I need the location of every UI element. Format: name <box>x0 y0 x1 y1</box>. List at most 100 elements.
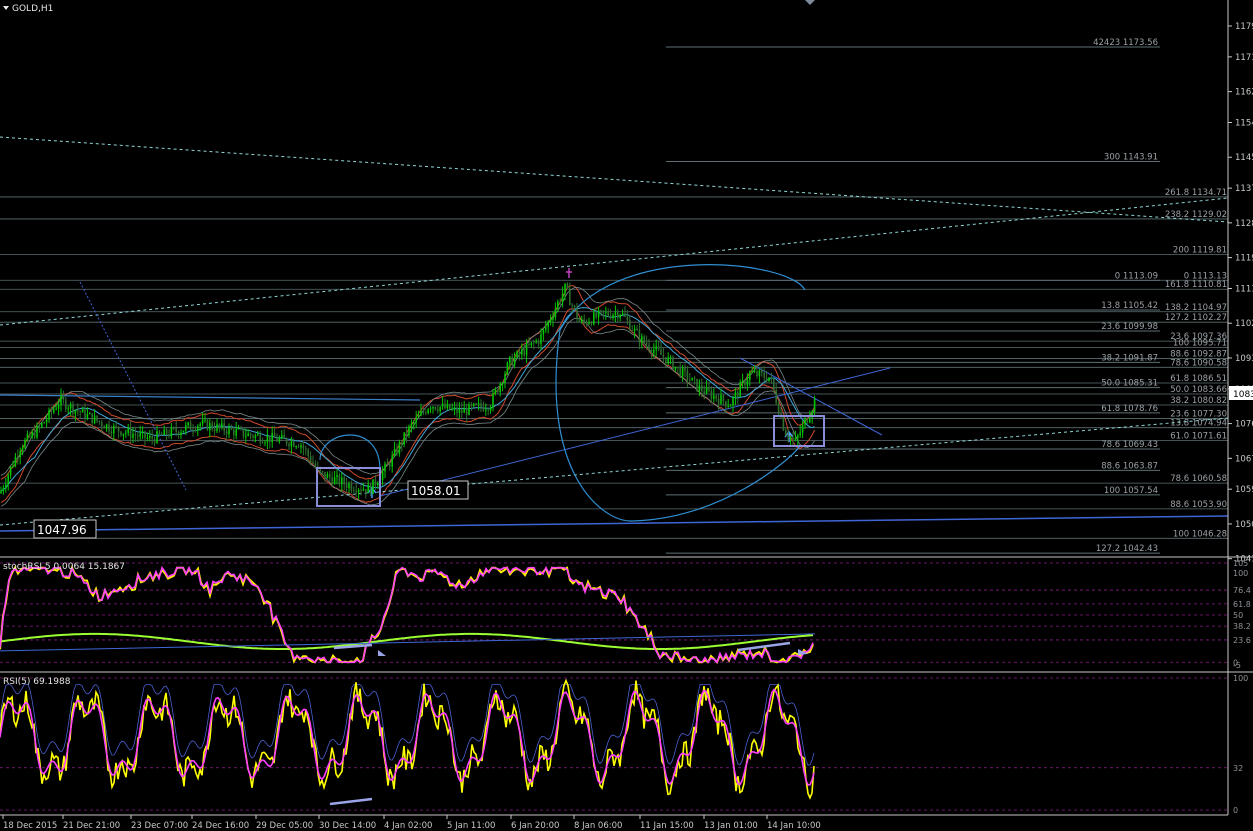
candle-body <box>151 436 153 439</box>
candle-body <box>377 483 379 486</box>
time-tick-label: 18 Dec 2015 <box>3 821 57 831</box>
trading-chart[interactable]: 42423 1173.56 300 1143.91 0 1113.09 13.8 11… <box>0 0 1253 831</box>
candle-body <box>67 408 69 410</box>
candle-body <box>801 424 804 433</box>
candle-body <box>65 399 67 410</box>
candle-body <box>153 438 156 443</box>
candle-body <box>672 356 674 370</box>
candle-body <box>434 406 437 410</box>
candle-body <box>38 425 41 427</box>
candle-body <box>187 422 189 426</box>
candle-body <box>797 435 799 439</box>
stoch-tick-label: 23.6 <box>1233 636 1251 645</box>
candle-body <box>698 385 701 391</box>
candle-body <box>146 437 149 439</box>
fib-label-left: 127.2 1042.43 <box>1096 544 1158 554</box>
candle-body <box>290 441 293 447</box>
candle-body <box>792 437 794 440</box>
candle-body <box>235 429 237 436</box>
candle-body <box>273 432 276 439</box>
candle-body <box>537 340 540 344</box>
fib-label-left: 50.0 1085.31 <box>1101 379 1158 389</box>
candle-body <box>756 371 758 377</box>
candle-body <box>348 483 350 488</box>
candle-body <box>110 431 113 434</box>
candle-body <box>345 484 348 488</box>
candle-body <box>79 411 81 413</box>
candle-body <box>461 408 463 413</box>
candle-body <box>84 408 86 419</box>
fib-label-left: 100 1057.54 <box>1104 486 1158 496</box>
candle-body <box>607 312 609 316</box>
candle-body <box>170 427 173 437</box>
candle-body <box>309 455 312 463</box>
candle-body <box>422 411 425 413</box>
time-tick-label: 5 Jan 11:00 <box>447 821 495 831</box>
fib-label-right: 61.8 1086.51 <box>1170 374 1227 384</box>
candle-body <box>295 446 297 448</box>
candle-body <box>185 425 187 431</box>
candle-body <box>643 336 645 343</box>
fib-label-left: 42423 1173.56 <box>1093 38 1158 48</box>
candle-body <box>542 329 545 335</box>
candle-body <box>357 489 360 493</box>
candle-body <box>557 301 559 309</box>
candle-body <box>552 317 554 320</box>
candle-body <box>569 288 571 306</box>
candle-body <box>732 397 734 406</box>
candle-body <box>629 320 631 331</box>
candle-body <box>509 356 511 364</box>
candle-body <box>403 432 405 445</box>
candle-body <box>653 349 655 354</box>
candle-body <box>7 475 9 485</box>
candle-body <box>245 435 247 437</box>
candle-body <box>518 351 521 355</box>
candle-body <box>278 438 281 442</box>
candle-body <box>746 380 749 386</box>
time-tick-label: 29 Dec 05:00 <box>256 821 313 831</box>
candle-body <box>641 336 643 343</box>
candle-body <box>141 431 144 433</box>
fib-label-right: 127.2 1102.27 <box>1165 313 1227 323</box>
candle-body <box>389 463 391 467</box>
candle-body <box>156 431 158 443</box>
fib-label-right: 261.8 1134.71 <box>1165 188 1227 198</box>
candle-body <box>681 367 684 377</box>
candle-body <box>216 424 218 431</box>
fib-label-left: 0 1113.09 <box>1115 271 1158 281</box>
candle-body <box>182 430 185 433</box>
candle-body <box>144 431 146 439</box>
price-tick-label: 1093 <box>1235 354 1253 364</box>
candle-body <box>261 442 264 444</box>
candle-body <box>405 432 408 436</box>
candle-body <box>408 426 410 436</box>
candle-body <box>535 340 537 343</box>
candle-body <box>513 357 516 366</box>
candle-body <box>57 404 60 409</box>
price-panel[interactable]: 42423 1173.56 300 1143.91 0 1113.09 13.8 11… <box>0 0 1229 556</box>
candle-body <box>583 319 585 322</box>
candle-body <box>103 426 105 429</box>
candle-body <box>242 428 245 437</box>
fib-label-left: 300 1143.91 <box>1104 152 1158 162</box>
candle-body <box>429 408 432 410</box>
candle-body <box>158 431 161 435</box>
candle-body <box>753 371 756 373</box>
candle-body <box>564 283 566 294</box>
candle-body <box>799 432 801 436</box>
candle-body <box>369 484 372 494</box>
candle-body <box>547 321 549 327</box>
candle-body <box>77 410 79 412</box>
candle-body <box>597 310 600 318</box>
fib-label-right: 88.6 1053.90 <box>1170 500 1227 510</box>
candle-body <box>401 442 403 445</box>
time-tick-label: 8 Jan 06:00 <box>574 821 622 831</box>
candle-body <box>715 395 717 399</box>
candle-body <box>521 349 523 355</box>
candle-body <box>240 428 242 430</box>
candle-body <box>213 428 216 431</box>
candle-body <box>19 450 21 458</box>
candle-body <box>223 423 225 432</box>
price-tick-label: 1179 <box>1235 22 1253 32</box>
candle-body <box>465 408 468 415</box>
